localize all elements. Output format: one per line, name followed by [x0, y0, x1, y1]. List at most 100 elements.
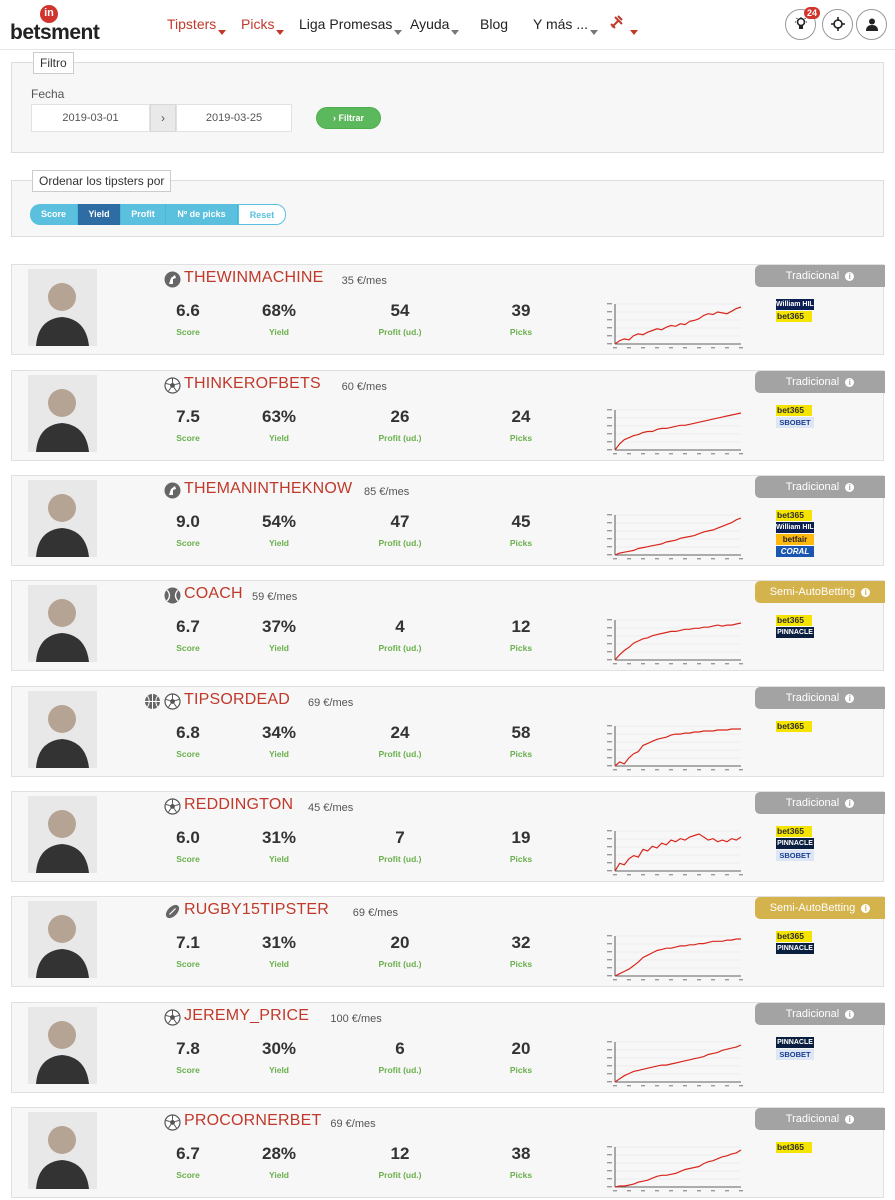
- tipster-name[interactable]: PROCORNERBET: [184, 1112, 322, 1130]
- yield-value: 28%: [261, 1144, 297, 1163]
- info-icon[interactable]: i: [845, 799, 855, 808]
- score-value: 7.8: [176, 1039, 200, 1058]
- score-stat: 6.7 Score: [148, 617, 228, 653]
- logo[interactable]: in betsment: [10, 5, 100, 45]
- info-icon[interactable]: i: [845, 1010, 855, 1019]
- tipster-price: 69 €/mes: [352, 907, 399, 919]
- info-icon[interactable]: i: [845, 272, 855, 281]
- betting-type-tag[interactable]: Tradicional i: [755, 687, 885, 709]
- profit-value: 7: [395, 828, 405, 847]
- nav-item-y-m-s[interactable]: Y más ...: [533, 16, 598, 35]
- bookmaker-logo: SBOBET: [776, 1049, 814, 1060]
- score-stat: 7.5 Score: [148, 407, 228, 443]
- yield-stat: 28% Yield: [239, 1144, 319, 1180]
- picks-label: Picks: [509, 1170, 533, 1180]
- tipster-name[interactable]: JEREMY_PRICE: [184, 1007, 309, 1025]
- profit-label: Profit (ud.): [378, 1170, 422, 1180]
- profit-chart: [597, 720, 745, 772]
- sort-yield-button[interactable]: Yield: [78, 204, 121, 225]
- score-value: 7.1: [176, 933, 200, 952]
- picks-value: 38: [511, 1144, 531, 1163]
- nav-item-label: Liga Promesas: [299, 16, 393, 32]
- betting-type-label: Tradicional: [785, 1113, 840, 1125]
- filter-button[interactable]: › Filtrar: [316, 107, 381, 129]
- betting-type-tag[interactable]: Semi-AutoBetting i: [755, 581, 885, 603]
- tipster-card[interactable]: COACH 59 €/mes 6.7 Score 37% Yield 4 Profit (ud…: [11, 580, 885, 671]
- info-icon[interactable]: i: [845, 378, 855, 387]
- yield-stat: 31% Yield: [239, 828, 319, 864]
- nav-item-ayuda[interactable]: Ayuda: [410, 16, 460, 35]
- bookmaker-list: William HILL bet365: [776, 299, 818, 323]
- tipster-name[interactable]: REDDINGTON: [184, 796, 293, 814]
- horse-racing-icon: [164, 271, 181, 289]
- crosshair-button[interactable]: [822, 9, 853, 40]
- profit-value: 4: [395, 617, 405, 636]
- tipster-card[interactable]: JEREMY_PRICE 100 €/mes 7.8 Score 30% Yield 6 Pr…: [11, 1002, 885, 1093]
- betting-type-tag[interactable]: Tradicional i: [755, 265, 885, 287]
- yield-value: 31%: [261, 828, 297, 847]
- bookmaker-logo: SBOBET: [776, 850, 814, 861]
- betting-type-tag[interactable]: Tradicional i: [755, 792, 885, 814]
- score-value: 9.0: [176, 512, 200, 531]
- info-icon[interactable]: i: [861, 904, 871, 913]
- lightbulb-icon: [794, 17, 807, 32]
- tipster-card[interactable]: REDDINGTON 45 €/mes 6.0 Score 31% Yield 7 Profi…: [11, 791, 885, 882]
- score-stat: 7.8 Score: [148, 1039, 228, 1075]
- score-label: Score: [176, 854, 200, 864]
- date-to-input[interactable]: 2019-03-25: [176, 104, 292, 132]
- betting-type-tag[interactable]: Tradicional i: [755, 1108, 885, 1130]
- tipster-card[interactable]: RUGBY15TIPSTER 69 €/mes 7.1 Score 31% Yield 20…: [11, 896, 885, 987]
- tipster-name[interactable]: TIPSORDEAD: [184, 691, 290, 709]
- tipster-card[interactable]: THEWINMACHINE 35 €/mes 6.6 Score 68% Yield 54 P…: [11, 264, 885, 355]
- chevron-down-icon: [394, 30, 403, 35]
- nav-item-tipsters[interactable]: Tipsters: [167, 16, 227, 35]
- date-from-input[interactable]: 2019-03-01: [31, 104, 150, 132]
- betting-type-label: Tradicional: [785, 481, 840, 493]
- profit-chart: [597, 614, 745, 666]
- tipster-card[interactable]: PROCORNERBET 69 €/mes 6.7 Score 28% Yield 12 Pr…: [11, 1107, 885, 1198]
- user-button[interactable]: [856, 9, 887, 40]
- crosshair-icon: [830, 17, 845, 32]
- info-icon[interactable]: i: [845, 694, 855, 703]
- profit-label: Profit (ud.): [378, 1065, 422, 1075]
- tipster-name[interactable]: COACH: [184, 585, 243, 603]
- info-icon[interactable]: i: [861, 588, 871, 597]
- yield-stat: 68% Yield: [239, 301, 319, 337]
- user-icon: [865, 17, 878, 32]
- tipster-price: 35 €/mes: [341, 275, 387, 287]
- picks-label: Picks: [509, 854, 533, 864]
- sort-picks-button[interactable]: Nº de picks: [166, 204, 238, 225]
- tipster-card[interactable]: TIPSORDEAD 69 €/mes 6.8 Score 34% Yield 24 Prof…: [11, 686, 885, 777]
- bookmaker-logo: bet365: [776, 826, 812, 837]
- yield-label: Yield: [269, 433, 289, 443]
- score-label: Score: [176, 959, 200, 969]
- score-label: Score: [176, 327, 200, 337]
- bookmaker-logo: CORAL: [776, 546, 814, 557]
- info-icon[interactable]: i: [845, 483, 855, 492]
- picks-stat: 24 Picks: [481, 407, 561, 443]
- tipster-name[interactable]: THEMANINTHEKNOW: [184, 480, 352, 498]
- score-label: Score: [176, 538, 200, 548]
- sort-profit-button[interactable]: Profit: [121, 204, 166, 225]
- betting-type-tag[interactable]: Tradicional i: [755, 1003, 885, 1025]
- yield-stat: 63% Yield: [239, 407, 319, 443]
- betting-type-tag[interactable]: Tradicional i: [755, 476, 885, 498]
- sort-reset-button[interactable]: Reset: [238, 204, 286, 225]
- sort-score-button[interactable]: Score: [30, 204, 78, 225]
- profit-chart: [597, 1036, 745, 1088]
- betting-type-tag[interactable]: Tradicional i: [755, 371, 885, 393]
- info-icon[interactable]: i: [845, 1115, 855, 1124]
- tools-menu[interactable]: [610, 15, 638, 35]
- top-navbar: in betsment Tipsters Picks Liga Promesas Ay…: [0, 0, 895, 50]
- profit-label: Profit (ud.): [378, 327, 422, 337]
- tipster-card[interactable]: THINKEROFBETS 60 €/mes 7.5 Score 63% Yield 26 P…: [11, 370, 885, 461]
- nav-item-picks[interactable]: Picks: [241, 16, 285, 35]
- tipster-name[interactable]: RUGBY15TIPSTER: [184, 901, 329, 919]
- tipster-name[interactable]: THINKEROFBETS: [184, 375, 321, 393]
- tipster-name[interactable]: THEWINMACHINE: [184, 269, 323, 287]
- nav-item-blog[interactable]: Blog: [480, 16, 508, 32]
- tipster-card[interactable]: THEMANINTHEKNOW 85 €/mes 9.0 Score 54% Yield 4…: [11, 475, 885, 566]
- nav-item-liga-promesas[interactable]: Liga Promesas: [299, 16, 403, 35]
- sport-icons: [164, 798, 181, 816]
- betting-type-tag[interactable]: Semi-AutoBetting i: [755, 897, 885, 919]
